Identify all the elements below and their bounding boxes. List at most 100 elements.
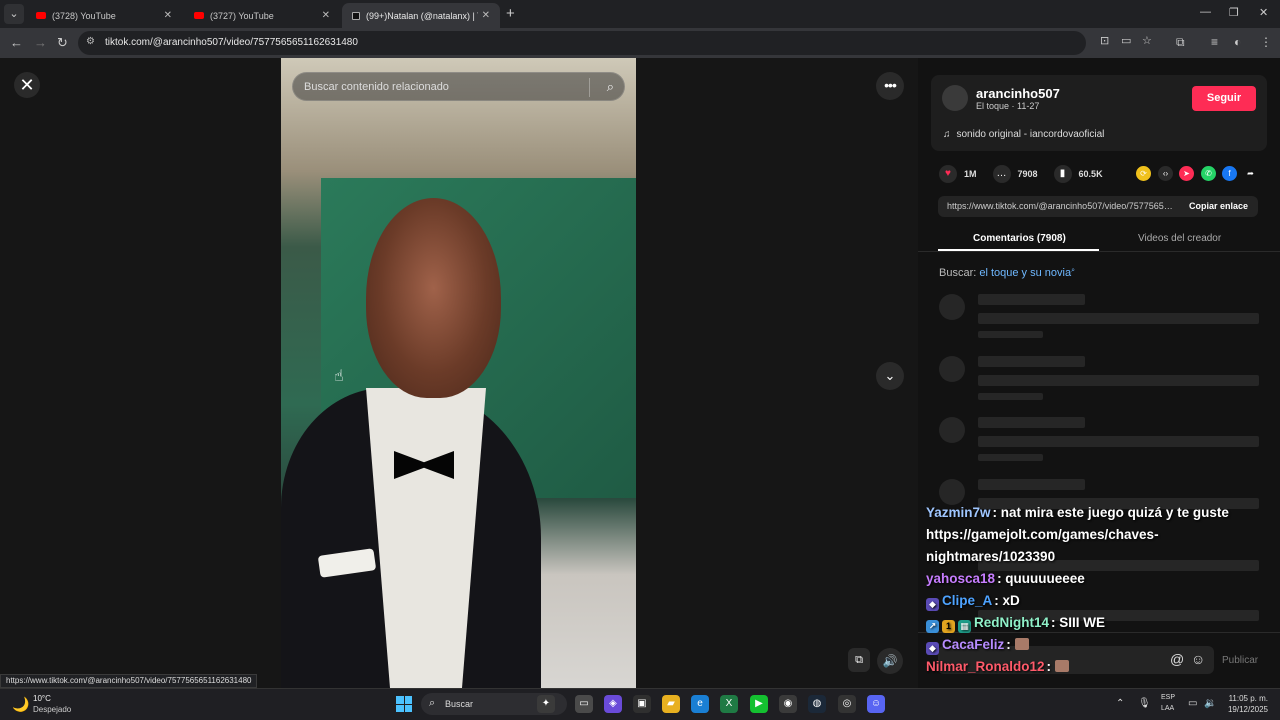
- network-icon[interactable]: ▭: [1188, 698, 1197, 709]
- site-info-icon[interactable]: ⚙: [86, 36, 95, 47]
- close-tab-icon[interactable]: ✕: [164, 10, 172, 21]
- app-icon[interactable]: ◎: [838, 695, 856, 713]
- close-tab-icon[interactable]: ✕: [322, 10, 330, 21]
- close-window-icon[interactable]: ✕: [1259, 6, 1268, 19]
- whatsapp-icon[interactable]: ✆: [1201, 166, 1216, 181]
- chat-username: Yazmin7w: [926, 505, 991, 520]
- chat-message: ↗ 1 ▦ RedNight14: SIII WE: [926, 612, 1266, 634]
- language-indicator[interactable]: ESP: [1161, 694, 1175, 701]
- discord-icon[interactable]: ☺: [867, 695, 885, 713]
- bookmark-icon[interactable]: ▮: [1053, 165, 1072, 183]
- profile-avatar-icon[interactable]: ◐: [1234, 35, 1241, 49]
- loading-line-placeholder: [978, 454, 1043, 461]
- tab-search-button[interactable]: ⌄: [4, 4, 24, 24]
- share-arrow-icon[interactable]: ➦: [1243, 166, 1258, 181]
- microphone-icon[interactable]: 🎙: [1138, 698, 1151, 709]
- forward-icon[interactable]: →: [34, 35, 47, 50]
- moon-weather-icon[interactable]: 🌙: [12, 696, 29, 713]
- taskbar-search-label: Buscar: [445, 699, 474, 709]
- chat-username: CacaFeliz: [942, 637, 1005, 652]
- address-url[interactable]: tiktok.com/@arancinho507/video/757756565…: [105, 37, 358, 48]
- chat-text: : SIII WE: [1051, 615, 1106, 630]
- back-icon[interactable]: ←: [10, 35, 23, 50]
- embed-icon[interactable]: ‹›: [1158, 166, 1173, 181]
- tab-youtube-2[interactable]: (3727) YouTube ✕: [184, 3, 340, 28]
- follow-button[interactable]: Seguir: [1192, 86, 1256, 111]
- chat-message: ◆ Clipe_A: xD: [926, 590, 1266, 612]
- repost-icon[interactable]: ⟳: [1136, 166, 1151, 181]
- tray-overflow-icon[interactable]: ⌃: [1116, 698, 1124, 709]
- chat-message: Nilmar_Ronaldo12:: [926, 656, 1266, 678]
- windows-start-icon[interactable]: [396, 696, 412, 712]
- comment-icon[interactable]: …: [992, 165, 1011, 183]
- loading-line-placeholder: [978, 294, 1085, 305]
- new-tab-button[interactable]: +: [506, 5, 515, 22]
- speaker-icon[interactable]: 🔉: [1204, 698, 1216, 709]
- volume-button[interactable]: 🔊: [877, 648, 903, 674]
- heart-icon[interactable]: ♥: [939, 165, 957, 183]
- media-control-icon[interactable]: ≡: [1211, 35, 1218, 49]
- file-explorer-icon[interactable]: ▰: [662, 695, 680, 713]
- tab-title: (3727) YouTube: [210, 10, 274, 21]
- copy-link-button[interactable]: Copiar enlace: [1189, 201, 1248, 211]
- excel-icon[interactable]: X: [720, 695, 738, 713]
- restore-icon[interactable]: ❐: [1229, 6, 1239, 19]
- comment-stat[interactable]: … 7908: [992, 165, 1038, 183]
- share-link-url[interactable]: https://www.tiktok.com/@arancinho507/vid…: [947, 201, 1177, 211]
- loading-line-placeholder: [978, 393, 1043, 400]
- keyboard-layout-indicator[interactable]: LAA: [1161, 705, 1174, 712]
- copilot-icon[interactable]: ◈: [604, 695, 622, 713]
- chat-text: : xD: [994, 593, 1020, 608]
- youtube-icon: [36, 12, 46, 19]
- stats-row: ♥ 1M … 7908 ▮ 60.5K: [939, 164, 1119, 184]
- address-bar[interactable]: ⚙ tiktok.com/@arancinho507/video/7577565…: [78, 31, 1086, 55]
- edge-icon[interactable]: e: [691, 695, 709, 713]
- task-view-icon[interactable]: ▭: [575, 695, 593, 713]
- weather-description[interactable]: Despejado: [33, 705, 71, 714]
- weather-temperature[interactable]: 10°C: [33, 694, 51, 703]
- search-icon[interactable]: ⌕: [607, 79, 614, 95]
- cast-icon[interactable]: ▭: [1121, 34, 1131, 47]
- search-suggestion-query[interactable]: el toque y su novia: [979, 267, 1071, 279]
- comment-search-suggestion[interactable]: Buscar: el toque y su novia⌕: [939, 267, 1075, 279]
- extensions-icon[interactable]: ⧉: [1176, 35, 1185, 50]
- video-frame-person: [366, 198, 501, 398]
- tab-tiktok[interactable]: (99+)Natalan (@natalanx) | TikTok ✕: [342, 3, 500, 28]
- store-icon[interactable]: ▣: [633, 695, 651, 713]
- avatar[interactable]: [942, 85, 968, 111]
- clock-date[interactable]: 19/12/2025: [1216, 705, 1268, 714]
- badge-icon: ↗: [926, 620, 939, 633]
- search-icon: ⌕: [429, 697, 436, 709]
- steam-icon[interactable]: ◍: [808, 695, 826, 713]
- game-launcher-icon[interactable]: ▶: [750, 695, 768, 713]
- save-stat[interactable]: ▮ 60.5K: [1053, 165, 1103, 183]
- close-tab-icon[interactable]: ✕: [482, 10, 490, 21]
- translate-icon[interactable]: ⊡: [1100, 34, 1109, 47]
- more-options-button[interactable]: •••: [876, 72, 904, 100]
- tab-creator-videos[interactable]: Videos del creador: [1138, 233, 1221, 244]
- author-username[interactable]: arancinho507: [976, 86, 1060, 101]
- loading-avatar-placeholder: [939, 417, 965, 443]
- send-icon[interactable]: ➤: [1179, 166, 1194, 181]
- related-search-placeholder: Buscar contenido relacionado: [304, 81, 449, 93]
- picture-in-picture-button[interactable]: ⧉: [848, 648, 870, 672]
- stream-chat-overlay: Yazmin7w: nat mira este juego quizá y te…: [926, 502, 1266, 678]
- browser-tab-strip: ⌄ (3728) YouTube ✕ (3727) YouTube ✕ (99+…: [0, 0, 1280, 28]
- clock-time[interactable]: 11:05 p. m.: [1226, 694, 1268, 703]
- next-video-button[interactable]: ⌄: [876, 362, 904, 390]
- minimize-icon[interactable]: —: [1200, 6, 1211, 18]
- chrome-icon[interactable]: ◉: [779, 695, 797, 713]
- facebook-icon[interactable]: f: [1222, 166, 1237, 181]
- loading-line-placeholder: [978, 479, 1085, 490]
- loading-line-placeholder: [978, 331, 1043, 338]
- bookmark-star-icon[interactable]: ☆: [1142, 34, 1152, 47]
- tab-youtube-1[interactable]: (3728) YouTube ✕: [26, 3, 182, 28]
- close-video-button[interactable]: ✕: [14, 72, 40, 98]
- related-search-input[interactable]: Buscar contenido relacionado ⌕: [292, 72, 625, 101]
- reload-icon[interactable]: ↻: [57, 35, 68, 51]
- menu-kebab-icon[interactable]: ⋮: [1260, 35, 1272, 49]
- music-link[interactable]: ♫ sonido original - iancordovaoficial: [943, 129, 1104, 140]
- like-stat[interactable]: ♥ 1M: [939, 165, 977, 183]
- widgets-icon[interactable]: ✦: [537, 695, 555, 713]
- tab-comments[interactable]: Comentarios (7908): [973, 233, 1066, 244]
